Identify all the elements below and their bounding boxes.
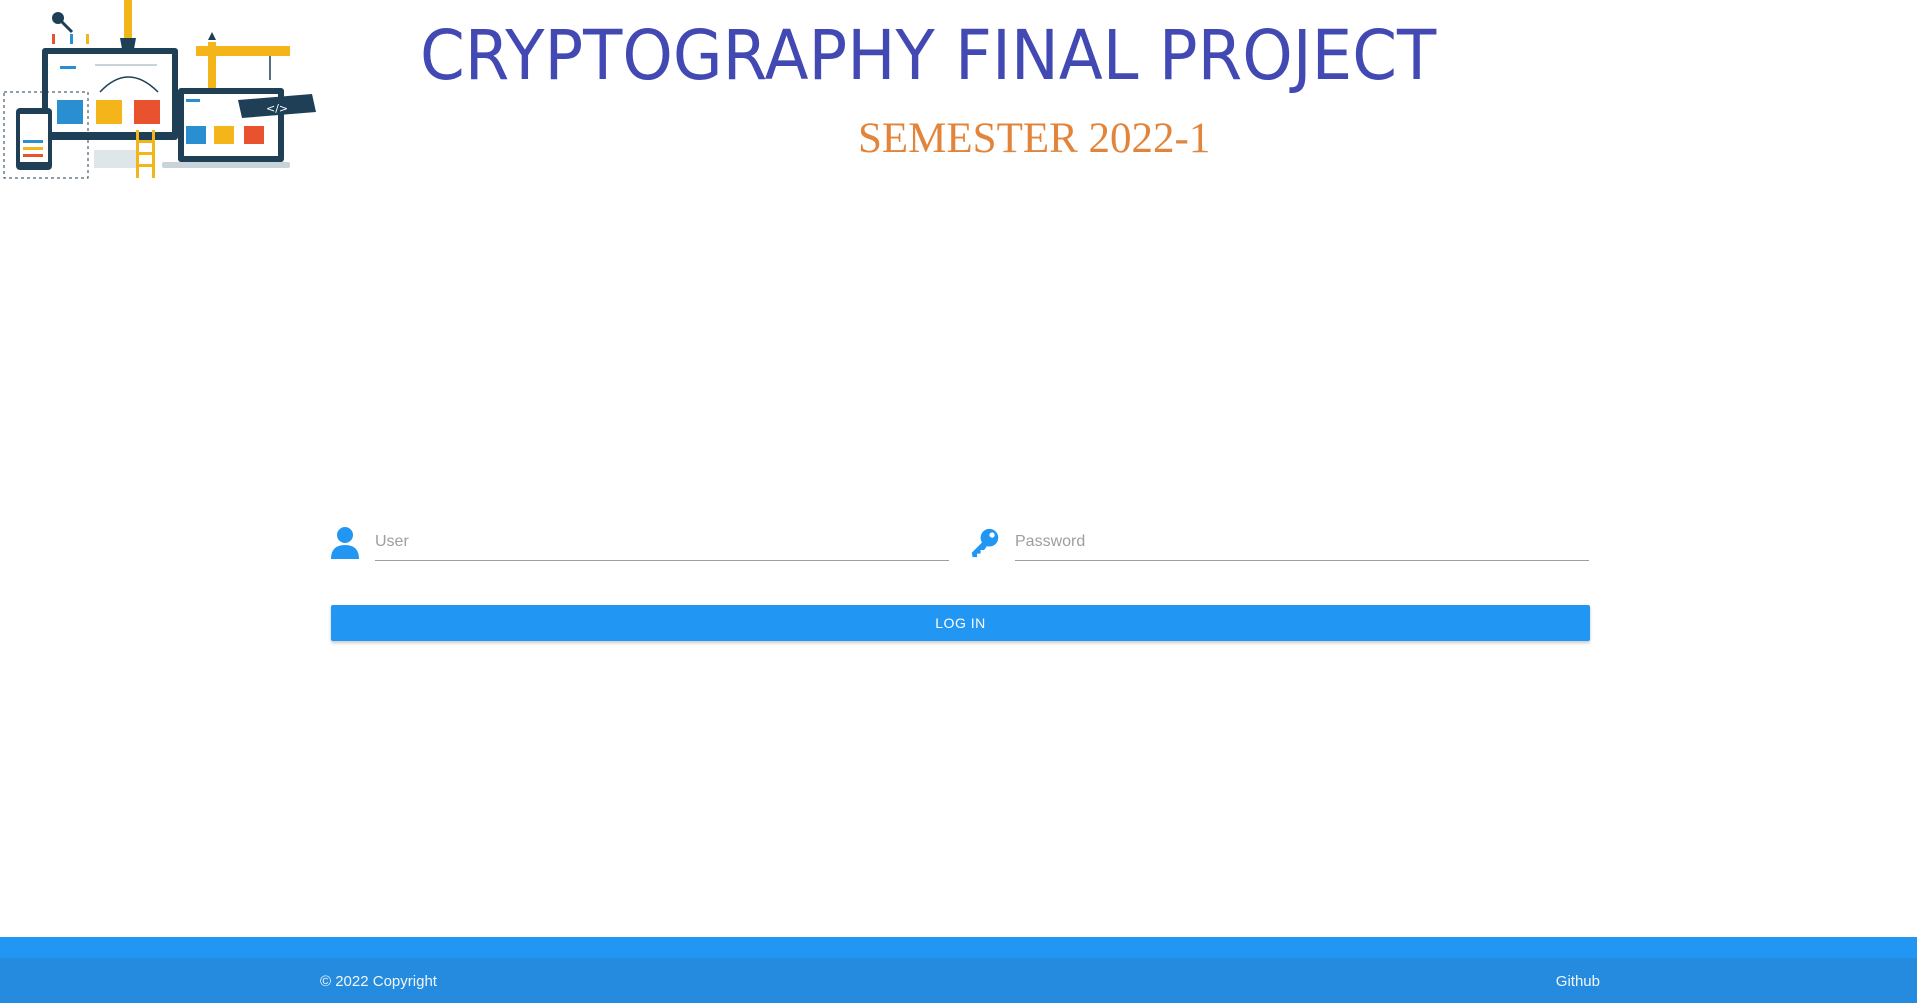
key-icon <box>971 528 999 558</box>
login-button[interactable]: LOG IN <box>331 605 1590 641</box>
github-link[interactable]: Github <box>1556 973 1600 990</box>
password-field-group <box>970 520 1590 566</box>
svg-text:</>: </> <box>266 102 288 115</box>
user-icon <box>331 527 359 559</box>
password-input[interactable] <box>1015 524 1589 561</box>
login-page: </> CRYPTOGRAPHY FINAL PROJECT SEMESTER … <box>0 0 1917 1003</box>
user-field-group <box>330 520 950 566</box>
footer-band <box>0 937 1917 958</box>
copyright-text: © 2022 Copyright <box>320 973 437 990</box>
page-title: CRYPTOGRAPHY FINAL PROJECT <box>420 16 1437 96</box>
footer: © 2022 Copyright Github <box>0 958 1917 1003</box>
user-input[interactable] <box>375 524 949 561</box>
web-design-illustration: </> <box>3 0 316 179</box>
page-subtitle: SEMESTER 2022-1 <box>858 115 1211 162</box>
